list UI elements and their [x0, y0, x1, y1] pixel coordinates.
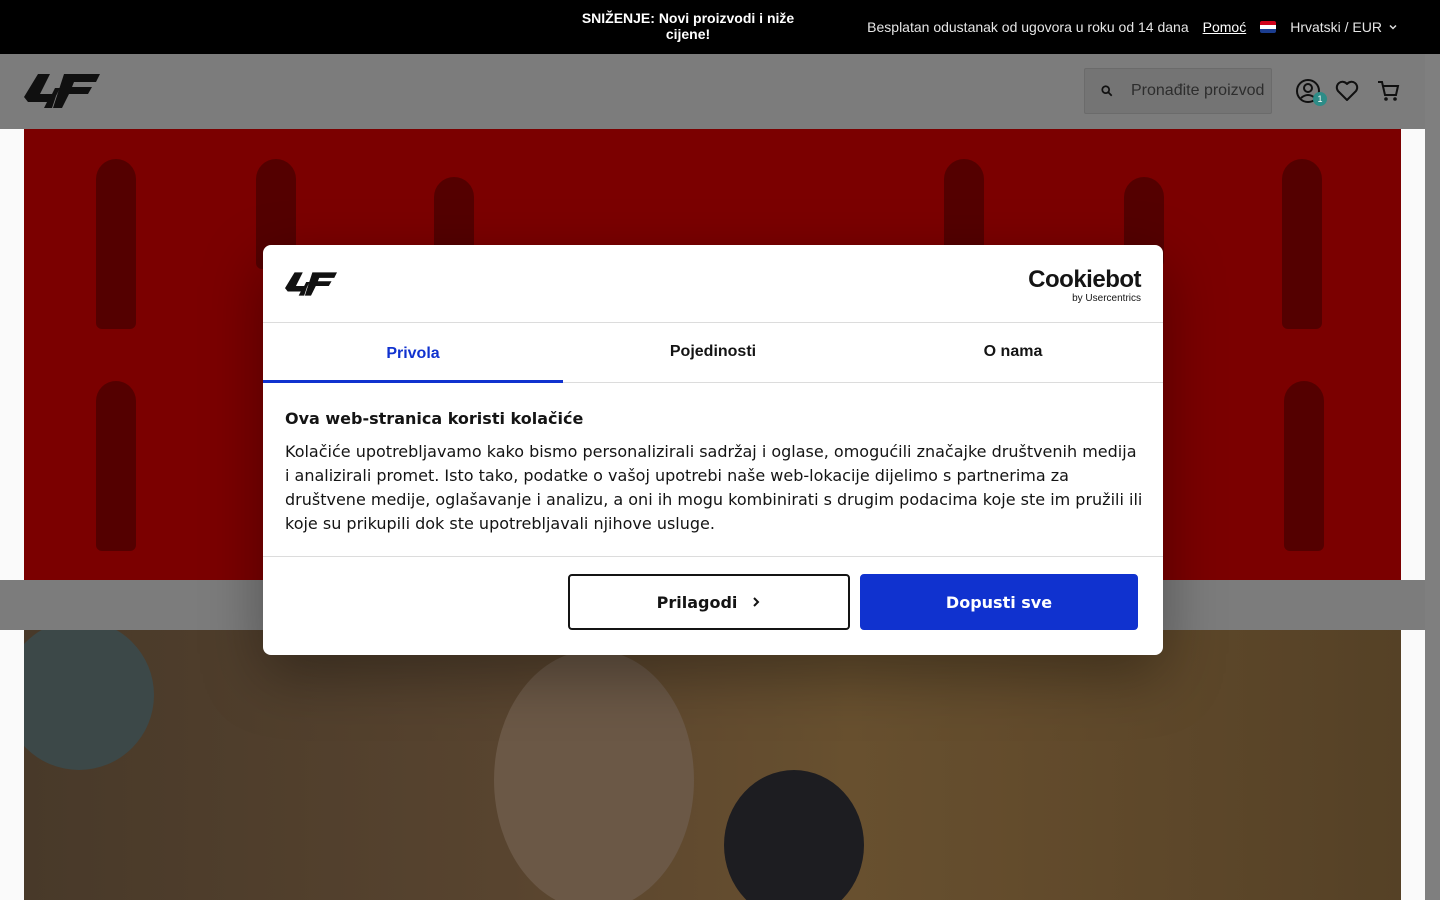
chevron-right-icon: [753, 597, 760, 607]
top-bar-right: Besplatan odustanak od ugovora u roku od…: [867, 0, 1398, 54]
croatia-flag-icon: [1260, 21, 1277, 33]
tab-privola[interactable]: Privola: [263, 323, 563, 383]
chevron-down-icon: [1389, 24, 1397, 30]
dialog-body: Ova web-stranica koristi kolačiće Kolači…: [285, 409, 1143, 536]
dialog-tabs: Privola Pojedinosti O nama: [263, 323, 1163, 383]
scrollbar[interactable]: [1425, 54, 1440, 900]
language-selector[interactable]: Hrvatski / EUR: [1260, 19, 1398, 35]
dialog-header: Cookiebot by Usercentrics: [263, 245, 1163, 323]
tab-o-nama[interactable]: O nama: [863, 323, 1163, 382]
language-label: Hrvatski / EUR: [1290, 19, 1382, 35]
page: SNIŽENJE: Novi proizvodi i niže cijene! …: [0, 0, 1440, 900]
allow-all-button[interactable]: Dopusti sve: [860, 574, 1138, 630]
brand-logo: [285, 272, 337, 296]
top-bar: SNIŽENJE: Novi proizvodi i niže cijene! …: [0, 0, 1440, 54]
tab-pojedinosti[interactable]: Pojedinosti: [563, 323, 863, 382]
customize-label: Prilagodi: [656, 592, 738, 612]
help-link[interactable]: Pomoć: [1203, 19, 1247, 35]
dialog-heading: Ova web-stranica koristi kolačiće: [285, 409, 584, 428]
cookiebot-sub: by Usercentrics: [1072, 293, 1141, 304]
cookie-consent-dialog: Cookiebot by Usercentrics Privola Pojedi…: [263, 245, 1163, 655]
cookiebot-brand: Cookiebot: [1028, 266, 1141, 293]
customize-button[interactable]: Prilagodi: [568, 574, 850, 630]
dialog-footer: Prilagodi Dopusti sve: [263, 556, 1163, 655]
promo-text[interactable]: SNIŽENJE: Novi proizvodi i niže cijene!: [570, 10, 806, 42]
returns-text: Besplatan odustanak od ugovora u roku od…: [867, 19, 1189, 35]
dialog-description: Kolačiće upotrebljavamo kako bismo perso…: [285, 442, 1143, 533]
cookiebot-logo[interactable]: Cookiebot by Usercentrics: [1028, 267, 1141, 305]
